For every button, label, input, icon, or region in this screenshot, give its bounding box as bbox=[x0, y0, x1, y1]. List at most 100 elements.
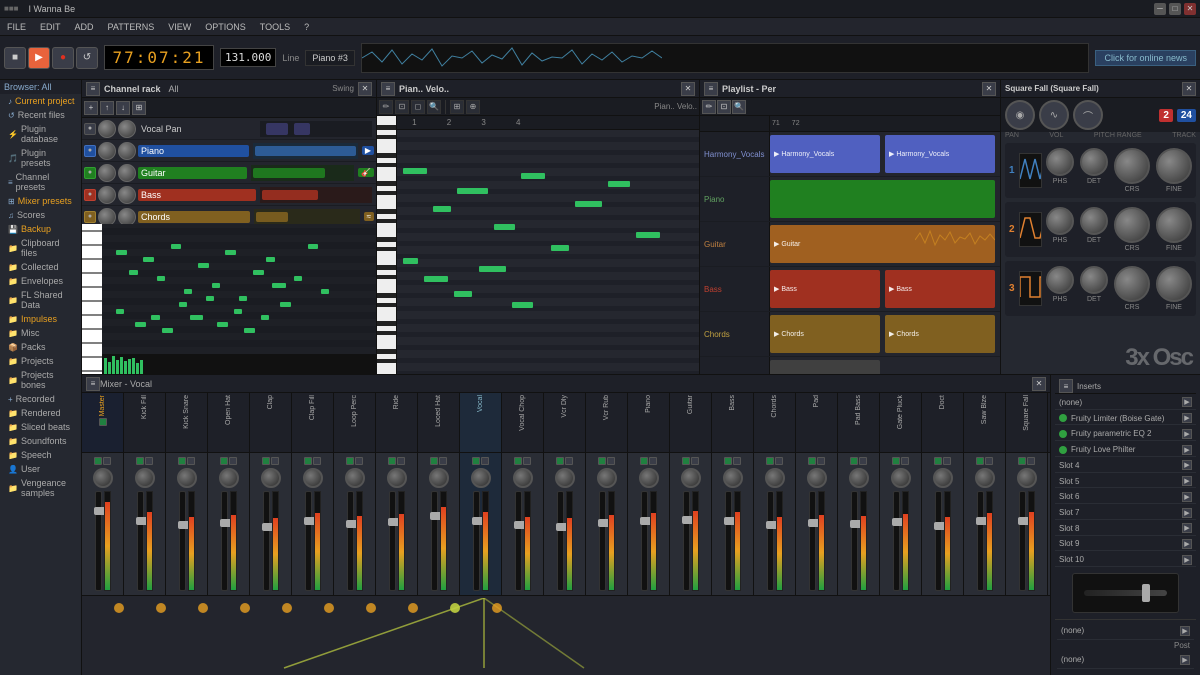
fader-knob-11[interactable] bbox=[555, 468, 575, 488]
fader-knob-17[interactable] bbox=[807, 468, 827, 488]
insert-slot4-arrow[interactable]: ▶ bbox=[1182, 460, 1192, 470]
ch-pan-bass[interactable] bbox=[118, 186, 136, 204]
insert-love-philter[interactable]: Fruity Love Philter ▶ bbox=[1055, 443, 1196, 457]
fader-yellow-6[interactable] bbox=[355, 457, 363, 465]
fader-knob-16[interactable] bbox=[765, 468, 785, 488]
maximize-button[interactable]: □ bbox=[1169, 3, 1181, 15]
pr-menu-btn[interactable]: ≡ bbox=[381, 82, 395, 96]
fader-knob-20[interactable] bbox=[933, 468, 953, 488]
pl-content-chord-filter[interactable]: ▶ Chord Filter envelope bbox=[770, 357, 1000, 374]
mixer-ch-19[interactable]: Gate Pluck bbox=[880, 393, 922, 452]
synth-lfo-btn[interactable]: ∿ bbox=[1039, 100, 1069, 130]
ch-chords-badge[interactable]: ≈ bbox=[364, 212, 374, 221]
menu-tools[interactable]: TOOLS bbox=[257, 21, 293, 33]
fader-track-4[interactable] bbox=[263, 491, 270, 591]
fader-track-15[interactable] bbox=[725, 491, 732, 591]
fader-green-19[interactable] bbox=[892, 457, 900, 465]
pr-eraser-btn[interactable]: ◻ bbox=[411, 100, 425, 114]
fader-track-14[interactable] bbox=[683, 491, 690, 591]
insert-slot10[interactable]: Slot 10 ▶ bbox=[1055, 553, 1196, 567]
cr-up-btn[interactable]: ↑ bbox=[100, 101, 114, 115]
sidebar-item-recorded[interactable]: + Recorded bbox=[0, 392, 81, 406]
coarse-knob-2[interactable] bbox=[1114, 207, 1150, 243]
fader-knob-14[interactable] bbox=[681, 468, 701, 488]
fader-track-3[interactable] bbox=[221, 491, 228, 591]
stop-button[interactable]: ■ bbox=[4, 47, 26, 69]
fader-knob-0[interactable] bbox=[93, 468, 113, 488]
ch-vol-guitar[interactable] bbox=[98, 164, 116, 182]
fader-track-19[interactable] bbox=[893, 491, 900, 591]
sidebar-item-user[interactable]: 👤 User bbox=[0, 462, 81, 476]
fader-green-4[interactable] bbox=[262, 457, 270, 465]
pl-label-chords[interactable]: Chords bbox=[700, 312, 770, 356]
osc-2-waveform[interactable] bbox=[1019, 212, 1042, 247]
sidebar-item-recent-files[interactable]: ↺ Recent files bbox=[0, 108, 81, 122]
master-fader-track[interactable] bbox=[1072, 573, 1178, 613]
sidebar-item-channel-presets[interactable]: ≡ Channel presets bbox=[0, 170, 81, 194]
insert-eq-arrow[interactable]: ▶ bbox=[1182, 429, 1192, 439]
menu-file[interactable]: FILE bbox=[4, 21, 29, 33]
ch-pattern-bass[interactable] bbox=[260, 187, 372, 203]
sidebar-item-vengeance[interactable]: 📁 Vengeance samples bbox=[0, 476, 81, 500]
menu-view[interactable]: VIEW bbox=[165, 21, 194, 33]
fader-track-11[interactable] bbox=[557, 491, 564, 591]
insert-slot7-arrow[interactable]: ▶ bbox=[1182, 508, 1192, 518]
fader-track-22[interactable] bbox=[1019, 491, 1026, 591]
fader-track-20[interactable] bbox=[935, 491, 942, 591]
pr-note-grid[interactable]: 1234 bbox=[397, 116, 699, 374]
loop-button[interactable]: ↺ bbox=[76, 47, 98, 69]
cr-step-btn[interactable]: ⊞ bbox=[132, 101, 146, 115]
mixer-ch-10[interactable]: Vocal Chop bbox=[502, 393, 544, 452]
mixer-ch-master[interactable]: Master bbox=[82, 393, 124, 452]
fader-track-7[interactable] bbox=[389, 491, 396, 591]
coarse-knob-1[interactable] bbox=[1114, 148, 1150, 184]
fader-knob-22[interactable] bbox=[1017, 468, 1037, 488]
send-none-1-arrow[interactable]: ▶ bbox=[1180, 626, 1190, 636]
fader-knob-3[interactable] bbox=[219, 468, 239, 488]
synth-close-btn[interactable]: ✕ bbox=[1182, 82, 1196, 96]
fader-green-17[interactable] bbox=[808, 457, 816, 465]
fader-knob-15[interactable] bbox=[723, 468, 743, 488]
menu-patterns[interactable]: PATTERNS bbox=[105, 21, 158, 33]
fader-knob-12[interactable] bbox=[597, 468, 617, 488]
mixer-ch-3[interactable]: Open Hat bbox=[208, 393, 250, 452]
sidebar-item-packs[interactable]: 📦 Packs bbox=[0, 340, 81, 354]
pr-close-btn[interactable]: ✕ bbox=[681, 82, 695, 96]
insert-slot8[interactable]: Slot 8 ▶ bbox=[1055, 522, 1196, 536]
insert-slot5-arrow[interactable]: ▶ bbox=[1182, 476, 1192, 486]
insert-eq[interactable]: Fruity parametric EQ 2 ▶ bbox=[1055, 427, 1196, 441]
pl-zoom-btn[interactable]: 🔍 bbox=[732, 100, 746, 114]
cr-down-btn[interactable]: ↓ bbox=[116, 101, 130, 115]
osc-1-waveform[interactable] bbox=[1019, 153, 1042, 188]
fader-green-15[interactable] bbox=[724, 457, 732, 465]
fader-green-9[interactable] bbox=[472, 457, 480, 465]
mixer-ch-21[interactable]: Saw Blze bbox=[964, 393, 1006, 452]
fine-knob-3[interactable] bbox=[1156, 266, 1192, 302]
pr-snap-btn[interactable]: ⊕ bbox=[466, 100, 480, 114]
fader-green-11[interactable] bbox=[556, 457, 564, 465]
channel-selector[interactable]: Piano #3 bbox=[305, 50, 355, 66]
insert-none-arrow[interactable]: ▶ bbox=[1182, 397, 1192, 407]
sidebar-item-speech[interactable]: 📁 Speech bbox=[0, 448, 81, 462]
fader-knob-2[interactable] bbox=[177, 468, 197, 488]
channel-rack-menu-btn[interactable]: ≡ bbox=[86, 82, 100, 96]
insert-philter-arrow[interactable]: ▶ bbox=[1182, 445, 1192, 455]
detune-knob-2[interactable] bbox=[1080, 207, 1108, 235]
fader-green-21[interactable] bbox=[976, 457, 984, 465]
fader-yellow-4[interactable] bbox=[271, 457, 279, 465]
master-fader-handle[interactable] bbox=[1142, 584, 1150, 602]
pl-content-chords[interactable]: ▶ Chords ▶ Chords bbox=[770, 312, 1000, 356]
fader-track-10[interactable] bbox=[515, 491, 522, 591]
mixer-menu-btn[interactable]: ≡ bbox=[86, 377, 100, 391]
sidebar-item-projects-bones[interactable]: 📁 Projects bones bbox=[0, 368, 81, 392]
ch-vol-chords[interactable] bbox=[98, 208, 116, 225]
fader-knob-8[interactable] bbox=[429, 468, 449, 488]
fader-track-0[interactable] bbox=[95, 491, 102, 591]
fader-yellow-5[interactable] bbox=[313, 457, 321, 465]
fader-yellow-17[interactable] bbox=[817, 457, 825, 465]
mixer-ch-2[interactable]: Kick Snare bbox=[166, 393, 208, 452]
phase-knob-3[interactable] bbox=[1046, 266, 1074, 294]
browser-header[interactable]: Browser: All bbox=[0, 80, 81, 94]
mixer-ch-5[interactable]: Clap Fill bbox=[292, 393, 334, 452]
fader-knob-7[interactable] bbox=[387, 468, 407, 488]
